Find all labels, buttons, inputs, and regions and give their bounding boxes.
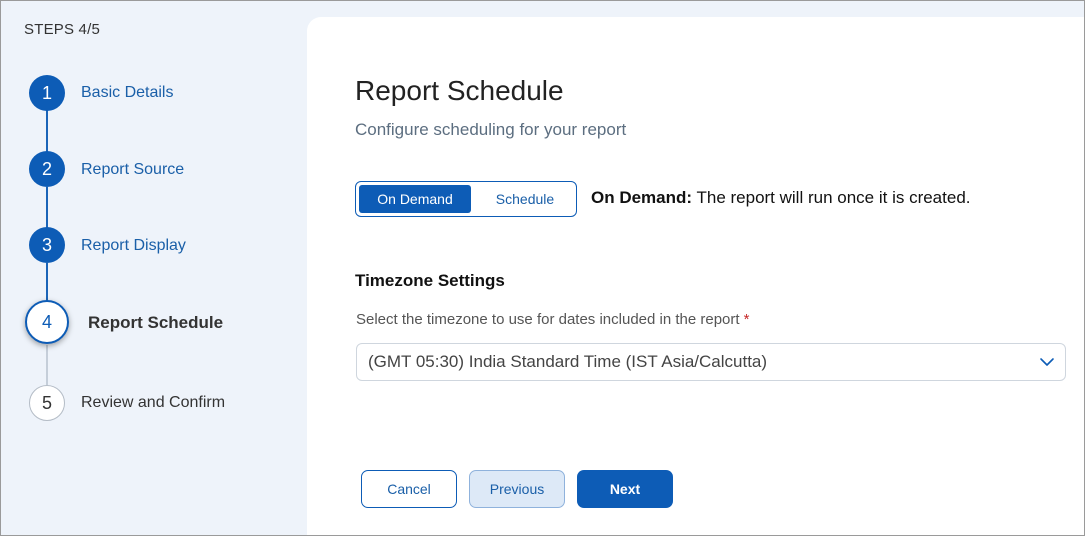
step-number-badge: 4: [25, 300, 69, 344]
timezone-select[interactable]: (GMT 05:30) India Standard Time (IST Asi…: [356, 343, 1066, 381]
step-number-badge: 3: [29, 227, 65, 263]
main-panel: Report Schedule Configure scheduling for…: [307, 17, 1084, 535]
cancel-button[interactable]: Cancel: [361, 470, 457, 508]
run-mode-toggle: On Demand Schedule: [355, 181, 577, 217]
next-button[interactable]: Next: [577, 470, 673, 508]
step-number-badge: 2: [29, 151, 65, 187]
run-mode-description: On Demand: The report will run once it i…: [591, 188, 971, 208]
wizard-window: STEPS 4/5 1 Basic Details 2 Report Sourc…: [0, 0, 1085, 536]
page-subtitle: Configure scheduling for your report: [355, 120, 627, 139]
step-number-badge: 1: [29, 75, 65, 111]
step-connector: [46, 187, 48, 231]
timezone-field-label: Select the timezone to use for dates inc…: [356, 311, 749, 328]
step-label: Review and Confirm: [81, 394, 226, 411]
schedule-option[interactable]: Schedule: [474, 182, 576, 216]
step-connector: [46, 263, 48, 301]
previous-button[interactable]: Previous: [469, 470, 565, 508]
page-title: Report Schedule: [355, 75, 564, 106]
steps-sidebar: STEPS 4/5 1 Basic Details 2 Report Sourc…: [1, 1, 307, 535]
step-label: Basic Details: [81, 84, 174, 101]
step-connector: [46, 109, 48, 157]
run-mode-description-label: On Demand:: [591, 188, 693, 207]
step-number-badge: 5: [29, 385, 65, 421]
required-marker: *: [743, 311, 750, 328]
on-demand-option[interactable]: On Demand: [359, 185, 471, 213]
step-connector: [46, 345, 48, 385]
timezone-section-title: Timezone Settings: [355, 271, 505, 290]
timezone-field-label-text: Select the timezone to use for dates inc…: [356, 311, 740, 328]
steps-counter: STEPS 4/5: [24, 21, 101, 38]
step-label: Report Source: [81, 161, 185, 178]
run-mode-description-text: The report will run once it is created.: [696, 188, 971, 207]
timezone-selected-value: (GMT 05:30) India Standard Time (IST Asi…: [368, 352, 768, 371]
step-label: Report Display: [81, 237, 186, 254]
step-label: Report Schedule: [88, 313, 224, 332]
chevron-down-icon: [1040, 358, 1054, 366]
